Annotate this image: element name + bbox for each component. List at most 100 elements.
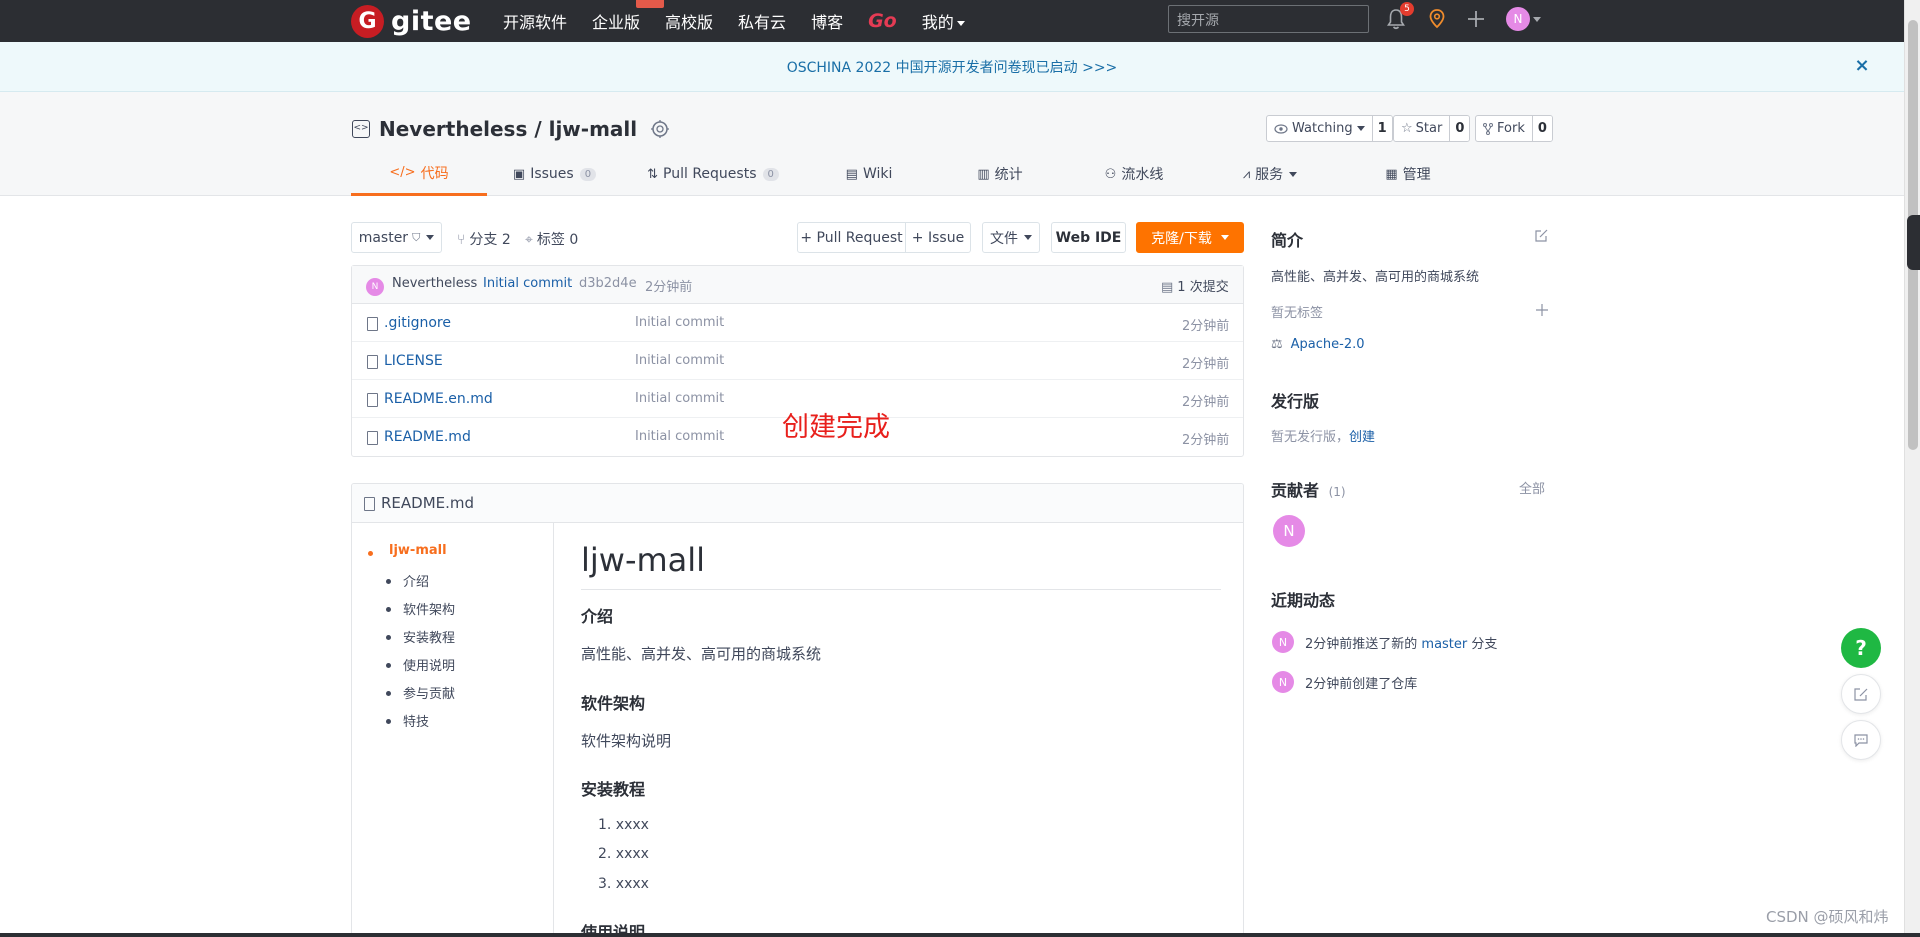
file-icon — [367, 355, 378, 369]
latest-commit-row: N Nevertheless Initial commit d3b2d4e 2分… — [352, 266, 1243, 304]
files-dropdown[interactable]: 文件 — [982, 222, 1040, 253]
commit-author[interactable]: Nevertheless — [392, 276, 477, 291]
branch-select[interactable]: master ⛉ — [351, 222, 442, 253]
watch-label: Watching — [1267, 116, 1372, 141]
tab-pipeline[interactable]: ⚇ 流水线 — [1066, 152, 1202, 196]
pipeline-icon: ⚇ — [1104, 166, 1117, 182]
file-commit-message[interactable]: Initial commit — [635, 353, 724, 368]
readme-title: README.md — [381, 494, 475, 512]
create-release-link[interactable]: 创建 — [1349, 430, 1375, 445]
contributors-all-link[interactable]: 全部 — [1519, 478, 1545, 497]
readme-header: README.md — [352, 484, 1243, 523]
file-name[interactable]: LICENSE — [384, 353, 443, 369]
top-nav-links: 开源软件 企业版 高校版 私有云 博客 Go 我的 — [503, 0, 990, 42]
toc-item[interactable]: 介绍 — [403, 571, 429, 590]
add-tag-plus-icon[interactable] — [1535, 303, 1549, 317]
toc-bullet — [386, 607, 391, 612]
toc-item[interactable]: 使用说明 — [403, 655, 455, 674]
toc-item[interactable]: 参与贡献 — [403, 683, 455, 702]
file-commit-message[interactable]: Initial commit — [635, 315, 724, 330]
contributor-avatar[interactable]: N — [1273, 515, 1305, 547]
readme-h1: ljw-mall — [581, 541, 706, 579]
file-name[interactable]: README.md — [384, 429, 471, 445]
nav-link-enterprise[interactable]: 企业版 — [592, 0, 665, 33]
file-name[interactable]: .gitignore — [384, 315, 451, 331]
commit-message[interactable]: Initial commit — [483, 276, 572, 291]
bottom-bar — [0, 933, 1920, 937]
announcement-link[interactable]: OSCHINA 2022 中国开源开发者问卷现已启动 >>> — [787, 57, 1118, 77]
file-icon — [367, 431, 378, 445]
nav-link-enterprise-label: 企业版 — [592, 13, 641, 32]
nav-link-mine[interactable]: 我的 — [922, 9, 965, 33]
star-count[interactable]: 0 — [1449, 116, 1470, 141]
commit-author-avatar[interactable]: N — [366, 278, 384, 296]
nav-link-go[interactable]: Go — [868, 10, 897, 32]
fork-button[interactable]: Fork 0 — [1475, 115, 1553, 142]
close-icon[interactable]: × — [1853, 57, 1871, 75]
commit-count-link[interactable]: ▤ 1 次提交 — [1161, 276, 1229, 295]
toc-item[interactable]: 安装教程 — [403, 627, 455, 646]
license-link[interactable]: ⚖ Apache-2.0 — [1271, 337, 1365, 352]
table-row[interactable]: LICENSE Initial commit 2分钟前 — [352, 342, 1243, 380]
readme-paragraph: 高性能、高并发、高可用的商城系统 — [581, 645, 822, 663]
chevron-down-icon — [426, 235, 435, 240]
readme-panel: README.md ljw-mall 介绍 软件架构 安装教程 使用说明 参与贡… — [351, 483, 1244, 937]
edit-icon[interactable] — [1534, 228, 1549, 243]
avatar-chevron-icon[interactable] — [1533, 17, 1541, 22]
tags-link[interactable]: ⌖ 标签 0 — [525, 229, 578, 249]
nav-link-private-cloud[interactable]: 私有云 — [738, 9, 786, 33]
table-row[interactable]: .gitignore Initial commit 2分钟前 — [352, 304, 1243, 342]
new-issue-button[interactable]: + Issue — [905, 222, 971, 253]
tab-code[interactable]: </> 代码 — [351, 152, 487, 196]
tab-manage[interactable]: ▦ 管理 — [1338, 152, 1478, 196]
repo-title: <> Nevertheless / ljw-mall — [352, 117, 670, 141]
repo-owner-link[interactable]: Nevertheless — [379, 117, 527, 141]
tab-wiki[interactable]: ▤ Wiki — [804, 152, 934, 196]
search-input[interactable]: 搜开源 — [1168, 5, 1369, 33]
feedback-button[interactable] — [1841, 674, 1881, 714]
repo-name-link[interactable]: ljw-mall — [549, 117, 638, 141]
nav-link-open-source[interactable]: 开源软件 — [503, 9, 567, 33]
activity-branch-link[interactable]: master — [1421, 637, 1467, 652]
toc-item[interactable]: 特技 — [403, 711, 429, 730]
gitee-logo-text: gitee — [391, 5, 472, 37]
chat-button[interactable] — [1841, 720, 1881, 760]
nav-link-blog[interactable]: 博客 — [811, 9, 843, 33]
no-tags-text: 暂无标签 — [1271, 306, 1324, 321]
activity-avatar[interactable]: N — [1272, 671, 1294, 693]
branches-link[interactable]: ⑂ 分支 2 — [457, 229, 511, 249]
user-avatar[interactable]: N — [1506, 7, 1530, 31]
toc-item[interactable]: 软件架构 — [403, 599, 455, 618]
fork-count[interactable]: 0 — [1531, 116, 1552, 141]
activity-text-suffix: 分支 — [1467, 637, 1498, 652]
tab-issues[interactable]: ▣ Issues 0 — [487, 152, 622, 196]
watching-count[interactable]: 1 — [1371, 116, 1392, 141]
star-button[interactable]: ☆ Star 0 — [1393, 115, 1471, 142]
wiki-icon: ▤ — [845, 166, 858, 182]
web-ide-button[interactable]: Web IDE — [1051, 222, 1126, 253]
new-pull-request-button[interactable]: + Pull Request — [797, 222, 906, 253]
plus-icon[interactable] — [1465, 7, 1487, 31]
page-scrollbar[interactable] — [1904, 0, 1920, 937]
file-commit-message[interactable]: Initial commit — [635, 391, 724, 406]
help-button[interactable]: ? — [1841, 628, 1881, 668]
tab-services[interactable]: ⩘ 服务 — [1202, 152, 1338, 196]
file-commit-message[interactable]: Initial commit — [635, 429, 724, 444]
nav-link-education[interactable]: 高校版 — [665, 9, 713, 33]
commit-hash[interactable]: d3b2d4e — [579, 276, 637, 291]
location-pin-icon[interactable] — [1426, 7, 1448, 31]
watch-button[interactable]: Watching 1 — [1266, 115, 1393, 142]
side-panel-handle[interactable] — [1907, 215, 1920, 270]
clone-download-button[interactable]: 克隆/下载 — [1136, 222, 1244, 253]
file-name[interactable]: README.en.md — [384, 391, 493, 407]
recommend-badge-icon[interactable] — [650, 119, 670, 139]
code-repo-icon: <> — [352, 120, 370, 138]
activity-avatar[interactable]: N — [1272, 631, 1294, 653]
gitee-logo[interactable]: G gitee — [351, 2, 472, 40]
tab-pull-requests[interactable]: ⇅ Pull Requests 0 — [622, 152, 804, 196]
toc-item[interactable]: ljw-mall — [389, 543, 447, 558]
tab-stats[interactable]: ▥ 统计 — [934, 152, 1066, 196]
tab-pull-requests-label: Pull Requests — [663, 166, 757, 182]
shield-icon: ⛉ — [412, 230, 421, 244]
list-item: 3. xxxx — [598, 876, 649, 892]
